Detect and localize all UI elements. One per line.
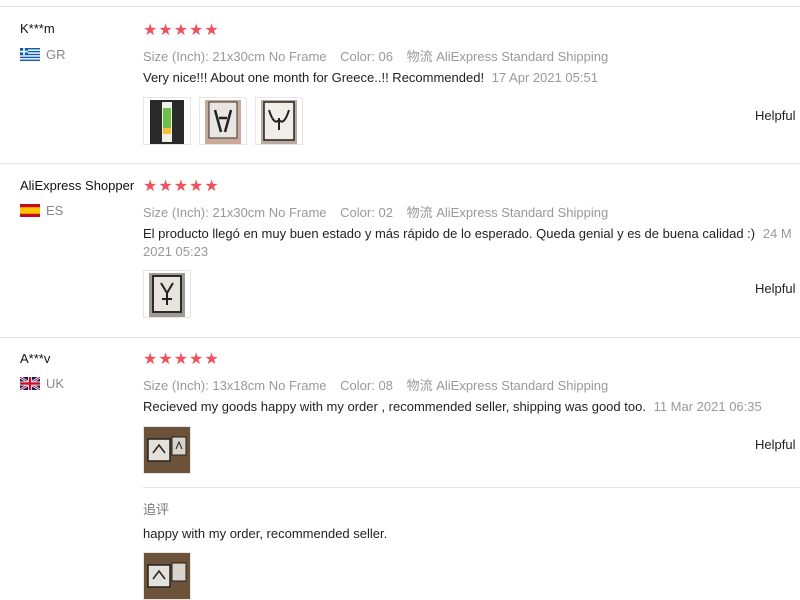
review-date: 17 Apr 2021 05:51	[491, 70, 598, 85]
color-label: Color:	[340, 205, 375, 220]
review-text: Recieved my goods happy with my order , …	[143, 399, 646, 414]
review-text: Very nice!!! About one month for Greece.…	[143, 70, 485, 85]
review-photo[interactable]	[143, 552, 191, 600]
review-text: El producto llegó en muy buen estado y m…	[143, 226, 756, 241]
followup-label: 追评	[143, 502, 170, 517]
review-date-part2: 2021 05:23	[143, 244, 209, 259]
size-label: Size (Inch):	[143, 378, 209, 393]
reviewer-country: UK	[20, 376, 64, 391]
reviewer-name: AliExpress Shopper	[20, 178, 135, 193]
shipping-value: AliExpress Standard Shipping	[436, 378, 609, 393]
shipping-label: 物流	[406, 49, 433, 64]
size-label: Size (Inch):	[143, 49, 209, 64]
followup-divider	[143, 487, 800, 488]
color-label: Color:	[340, 49, 375, 64]
review-photo[interactable]	[143, 426, 191, 474]
review-meta: Size (Inch): 21x30cm No Frame Color: 02 …	[143, 202, 618, 221]
size-value: 21x30cm No Frame	[212, 205, 327, 220]
review-date: 11 Mar 2021 06:35	[653, 399, 762, 414]
spain-flag-icon	[20, 204, 40, 217]
shipping-value: AliExpress Standard Shipping	[436, 205, 609, 220]
reviewer-country: ES	[20, 203, 63, 218]
star-rating: ★★★★★	[143, 178, 220, 195]
country-code: GR	[46, 47, 66, 62]
reviewer-name: A***v	[20, 351, 51, 366]
reviewer-country: GR	[20, 47, 66, 62]
color-value: 02	[378, 205, 393, 220]
review-text-line: Very nice!!! About one month for Greece.…	[143, 68, 598, 88]
review-photo[interactable]	[199, 97, 247, 145]
color-value: 08	[378, 378, 393, 393]
review-photos	[143, 426, 191, 474]
top-divider	[0, 6, 800, 7]
review-meta: Size (Inch): 21x30cm No Frame Color: 06 …	[143, 46, 618, 65]
review-photo[interactable]	[143, 270, 191, 318]
country-code: UK	[46, 376, 65, 391]
review-divider	[0, 337, 800, 338]
review-divider	[0, 163, 800, 164]
shipping-label: 物流	[406, 205, 433, 220]
shipping-label: 物流	[406, 378, 433, 393]
uk-flag-icon	[20, 377, 40, 390]
size-value: 13x18cm No Frame	[212, 378, 327, 393]
star-rating: ★★★★★	[143, 22, 220, 39]
country-code: ES	[46, 203, 64, 218]
helpful-button[interactable]: Helpful	[755, 108, 795, 123]
reviewer-name: K***m	[20, 21, 55, 36]
helpful-button[interactable]: Helpful	[755, 437, 795, 452]
color-label: Color:	[340, 378, 375, 393]
review-text-line: El producto llegó en muy buen estado y m…	[143, 224, 792, 244]
followup-photos	[143, 552, 191, 600]
helpful-button[interactable]: Helpful	[755, 281, 795, 296]
review-photo[interactable]	[255, 97, 303, 145]
size-label: Size (Inch):	[143, 205, 209, 220]
review-photos	[143, 97, 303, 145]
review-meta: Size (Inch): 13x18cm No Frame Color: 08 …	[143, 375, 618, 394]
shipping-value: AliExpress Standard Shipping	[436, 49, 609, 64]
size-value: 21x30cm No Frame	[212, 49, 327, 64]
review-date-part1: 24 M	[762, 226, 792, 241]
color-value: 06	[378, 49, 393, 64]
followup-text: happy with my order, recommended seller.	[143, 526, 388, 541]
review-photo[interactable]	[143, 97, 191, 145]
star-rating: ★★★★★	[143, 351, 220, 368]
review-text-line: Recieved my goods happy with my order , …	[143, 397, 762, 417]
greece-flag-icon	[20, 48, 40, 61]
review-photos	[143, 270, 191, 318]
